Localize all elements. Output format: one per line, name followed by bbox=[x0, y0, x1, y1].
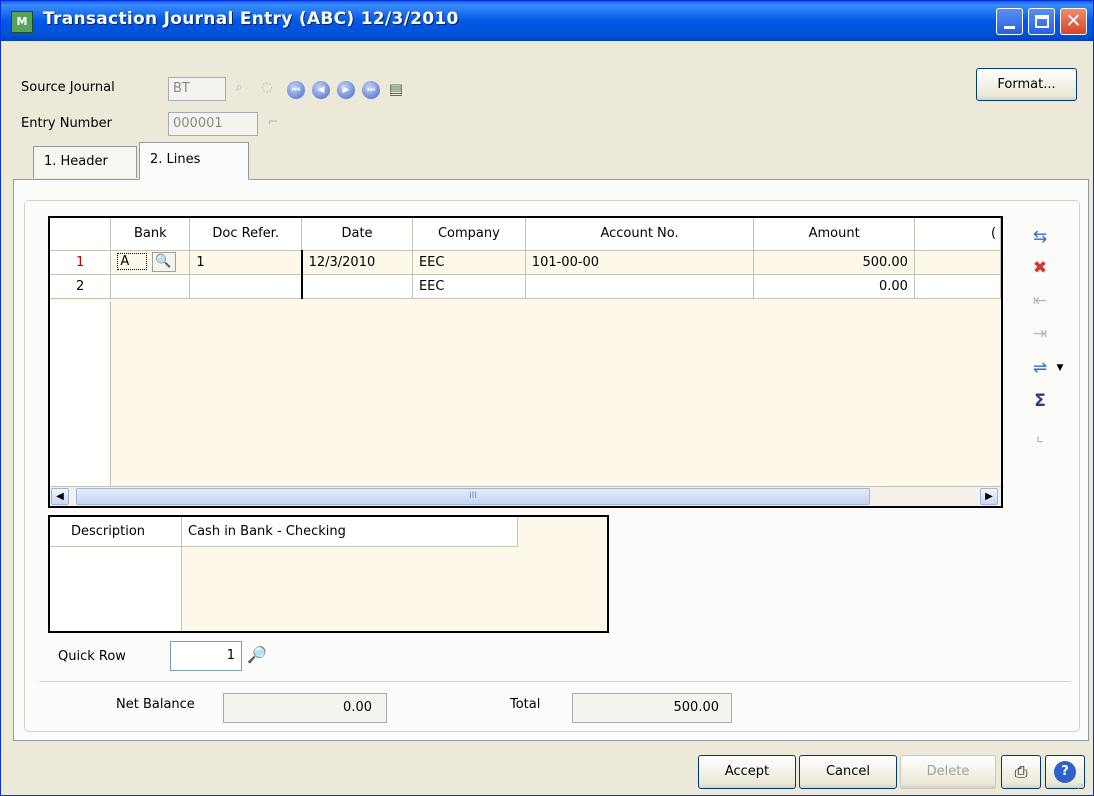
entry-number-label: Entry Number bbox=[21, 116, 112, 131]
company-cell[interactable]: EEC bbox=[412, 274, 526, 299]
column-header-amount[interactable]: Amount bbox=[753, 218, 915, 251]
find-icon[interactable]: ◌ bbox=[258, 79, 276, 97]
row-number: 2 bbox=[50, 274, 112, 299]
indent-icon[interactable]: ⇤ bbox=[1029, 290, 1051, 312]
delete-row-icon[interactable]: ✖ bbox=[1029, 257, 1051, 279]
scroll-right-icon[interactable]: ▶ bbox=[980, 488, 998, 505]
window-title: Transaction Journal Entry (ABC) 12/3/201… bbox=[43, 9, 459, 29]
horizontal-scrollbar[interactable]: ◀ III ▶ bbox=[50, 486, 1001, 506]
expand-icon[interactable]: ⌞ bbox=[1029, 425, 1051, 447]
description-box: Description Cash in Bank - Checking bbox=[48, 515, 609, 633]
close-icon: ✕ bbox=[1065, 10, 1082, 32]
date-cell[interactable] bbox=[300, 274, 413, 299]
company-cell[interactable]: EEC bbox=[412, 250, 526, 275]
tab-lines[interactable]: 2. Lines bbox=[139, 142, 249, 180]
journal-lines-table: Bank Doc Refer. Date Company Account No.… bbox=[50, 218, 1001, 299]
bank-lookup-icon[interactable]: 🔍 bbox=[151, 252, 176, 272]
scrollbar-thumb[interactable]: III bbox=[76, 488, 870, 505]
description-label: Description bbox=[50, 517, 182, 547]
column-header-account-no[interactable]: Account No. bbox=[525, 218, 755, 251]
memo-icon[interactable]: ▤ bbox=[387, 80, 405, 98]
resize-grip-icon[interactable]: ⋰ bbox=[1077, 779, 1091, 793]
column-header-bank[interactable]: Bank bbox=[110, 218, 191, 251]
column-header-company[interactable]: Company bbox=[412, 218, 526, 251]
table-row[interactable]: 2 EEC 0.00 bbox=[50, 274, 1001, 299]
table-row[interactable]: 1 A 🔍 1 12/3/2010 EEC 101-00-00 500.00 bbox=[50, 250, 1001, 275]
minimize-button[interactable] bbox=[996, 8, 1023, 35]
row-number: 1 bbox=[50, 250, 112, 275]
quick-row-lookup-icon[interactable]: 🔎 bbox=[245, 646, 269, 668]
print-button[interactable]: ⎙ bbox=[1001, 755, 1041, 789]
column-header-overflow: ( bbox=[914, 218, 1001, 251]
scroll-left-icon[interactable]: ◀ bbox=[51, 488, 69, 505]
bank-cell[interactable]: A 🔍 bbox=[110, 250, 191, 275]
source-journal-label: Source Journal bbox=[21, 80, 115, 95]
sum-icon[interactable]: Σ bbox=[1029, 390, 1051, 412]
insert-row-icon[interactable]: ⇆ bbox=[1029, 226, 1051, 248]
grid-header-row: Bank Doc Refer. Date Company Account No.… bbox=[50, 218, 1001, 251]
minimize-icon bbox=[1004, 26, 1015, 29]
close-button[interactable]: ✕ bbox=[1060, 8, 1087, 35]
delete-button[interactable]: Delete bbox=[900, 755, 996, 789]
overflow-cell bbox=[914, 250, 1001, 275]
title-bar[interactable]: M Transaction Journal Entry (ABC) 12/3/2… bbox=[1, 1, 1093, 41]
maximize-icon bbox=[1035, 15, 1049, 28]
printer-icon: ⎙ bbox=[1014, 762, 1028, 781]
chevron-down-icon[interactable]: ▼ bbox=[1051, 359, 1069, 377]
lookup-icon[interactable]: ⌕ bbox=[230, 79, 248, 97]
quick-row-field[interactable]: 1 bbox=[170, 641, 242, 671]
entry-number-field[interactable]: 000001 bbox=[168, 112, 258, 136]
row-header-column bbox=[50, 301, 111, 488]
accept-button[interactable]: Accept bbox=[698, 755, 796, 789]
tab-header[interactable]: 1. Header bbox=[33, 146, 137, 178]
overflow-cell bbox=[914, 274, 1001, 299]
previous-record-icon[interactable]: ◀ bbox=[312, 81, 330, 99]
format-button[interactable]: Format... bbox=[976, 68, 1077, 101]
last-record-icon[interactable]: ⏭ bbox=[362, 81, 380, 99]
column-header-date[interactable]: Date bbox=[301, 218, 413, 251]
source-journal-field[interactable]: BT bbox=[168, 77, 226, 101]
first-record-icon[interactable]: ⏮ bbox=[287, 81, 305, 99]
doc-refer-cell[interactable] bbox=[189, 274, 303, 299]
help-icon: ? bbox=[1054, 761, 1076, 783]
next-number-icon[interactable]: ⌐ bbox=[264, 114, 282, 132]
quick-row-label: Quick Row bbox=[58, 649, 126, 664]
bank-cell[interactable] bbox=[110, 274, 191, 299]
total-field: 500.00 bbox=[572, 693, 732, 723]
journal-lines-grid[interactable]: Bank Doc Refer. Date Company Account No.… bbox=[48, 216, 1003, 508]
outdent-icon[interactable]: ⇥ bbox=[1029, 323, 1051, 345]
copy-row-icon[interactable]: ⇌ bbox=[1029, 357, 1051, 379]
next-record-icon[interactable]: ▶ bbox=[337, 81, 355, 99]
row-number-header bbox=[50, 218, 112, 251]
doc-refer-cell[interactable]: 1 bbox=[189, 250, 303, 275]
net-balance-label: Net Balance bbox=[116, 697, 195, 712]
transaction-journal-window: M Transaction Journal Entry (ABC) 12/3/2… bbox=[0, 0, 1094, 796]
column-header-doc-refer[interactable]: Doc Refer. bbox=[189, 218, 303, 251]
account-no-cell[interactable] bbox=[525, 274, 755, 299]
amount-cell[interactable]: 500.00 bbox=[753, 250, 915, 275]
amount-cell[interactable]: 0.00 bbox=[753, 274, 915, 299]
bank-value[interactable]: A bbox=[117, 253, 148, 270]
app-icon: M bbox=[11, 11, 33, 33]
description-label-fill bbox=[50, 547, 182, 631]
net-balance-field: 0.00 bbox=[223, 693, 387, 723]
date-cell[interactable]: 12/3/2010 bbox=[300, 250, 413, 275]
cancel-button[interactable]: Cancel bbox=[799, 755, 897, 789]
totals-separator bbox=[39, 681, 1071, 682]
description-value[interactable]: Cash in Bank - Checking bbox=[182, 517, 518, 547]
maximize-button[interactable] bbox=[1028, 8, 1055, 35]
account-no-cell[interactable]: 101-00-00 bbox=[525, 250, 755, 275]
total-label: Total bbox=[510, 697, 541, 712]
